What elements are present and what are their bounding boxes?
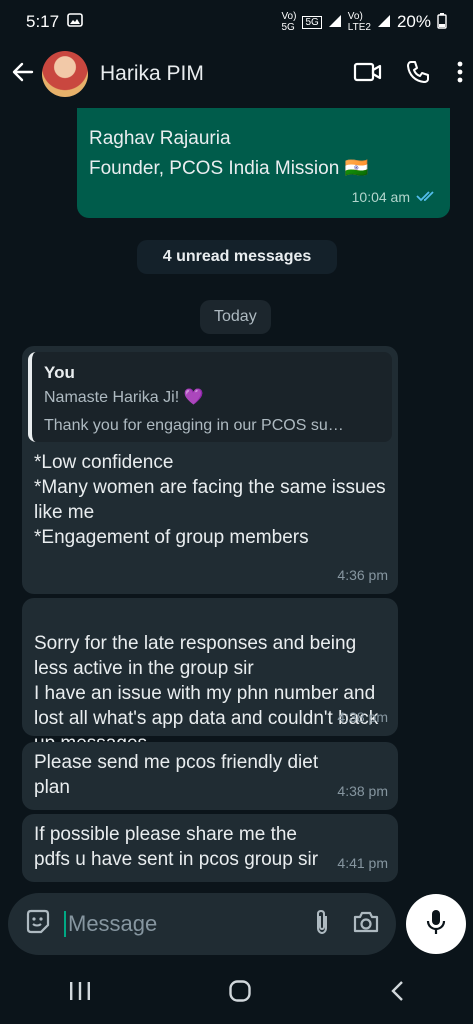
home-icon[interactable]	[228, 979, 252, 1008]
incoming-message[interactable]: Please send me pcos friendly diet plan 4…	[22, 742, 398, 810]
incoming-message-reply[interactable]: You Namaste Harika Ji! 💜 Thank you for e…	[22, 346, 398, 594]
status-time: 5:17	[26, 12, 60, 31]
sticker-icon[interactable]	[24, 908, 52, 941]
date-divider: Today	[200, 300, 271, 334]
outgoing-line-1: Raghav Rajauria	[89, 128, 231, 149]
system-navigation-bar	[0, 962, 473, 1024]
message-text: If possible please share me the pdfs u h…	[34, 824, 319, 870]
message-text: Please send me pcos friendly diet plan	[34, 752, 319, 798]
message-input[interactable]: Message	[64, 911, 312, 937]
lte-icon: Vo) LTE2	[347, 11, 371, 33]
quoted-message[interactable]: You Namaste Harika Ji! 💜 Thank you for e…	[28, 352, 392, 442]
back-nav-icon[interactable]	[389, 979, 405, 1008]
contact-name[interactable]: Harika PIM	[100, 62, 331, 86]
video-call-icon[interactable]	[353, 61, 383, 88]
more-options-icon[interactable]	[457, 61, 463, 88]
chat-area[interactable]: Raghav Rajauria Founder, PCOS India Miss…	[0, 104, 473, 892]
reply-text-line-3: *Engagement of group members	[34, 527, 309, 548]
message-time: 4:38 pm	[337, 783, 388, 799]
incoming-message[interactable]: If possible please share me the pdfs u h…	[22, 814, 398, 882]
quoted-author: You	[44, 363, 75, 382]
quoted-text-line-2: Thank you for engaging in our PCOS su…	[44, 417, 344, 434]
outgoing-time: 10:04 am	[351, 189, 410, 205]
camera-icon[interactable]	[352, 910, 380, 939]
voice-call-icon[interactable]	[405, 59, 431, 90]
reply-text-line-1: *Low confidence	[34, 452, 174, 473]
incoming-message[interactable]: Sorry for the late responses and being l…	[22, 598, 398, 754]
mic-icon	[425, 908, 447, 941]
volte-icon: Vo) 5G	[281, 11, 297, 33]
mic-button[interactable]	[406, 894, 466, 954]
quoted-text-line-1: Namaste Harika Ji! 💜	[44, 389, 204, 406]
avatar[interactable]	[42, 51, 88, 97]
gallery-notification-icon	[67, 12, 83, 32]
status-bar: 5:17 Vo) 5G 5G Vo) LTE2 20%	[0, 0, 473, 44]
recent-apps-icon[interactable]	[68, 980, 92, 1007]
signal-icon-2	[377, 14, 391, 31]
message-time: 4:38 pm	[337, 709, 388, 725]
message-time: 4:36 pm	[337, 567, 388, 583]
message-text: Sorry for the late responses and being l…	[34, 633, 379, 754]
back-arrow-icon[interactable]	[10, 59, 36, 90]
read-receipt-icon	[416, 182, 438, 212]
message-input-bar[interactable]: Message	[8, 893, 396, 955]
message-time: 4:41 pm	[337, 855, 388, 871]
signal-icon	[328, 14, 342, 31]
outgoing-line-2: Founder, PCOS India Mission 🇮🇳	[89, 158, 369, 179]
unread-messages-label: 4 unread messages	[137, 240, 337, 274]
reply-text-line-2: *Many women are facing the same issues l…	[34, 477, 386, 523]
outgoing-message[interactable]: Raghav Rajauria Founder, PCOS India Miss…	[77, 108, 450, 218]
5g-icon: 5G	[302, 15, 322, 29]
battery-level: 20%	[396, 12, 431, 31]
attach-icon[interactable]	[312, 908, 332, 941]
battery-icon	[437, 12, 447, 32]
chat-header: Harika PIM	[0, 44, 473, 104]
